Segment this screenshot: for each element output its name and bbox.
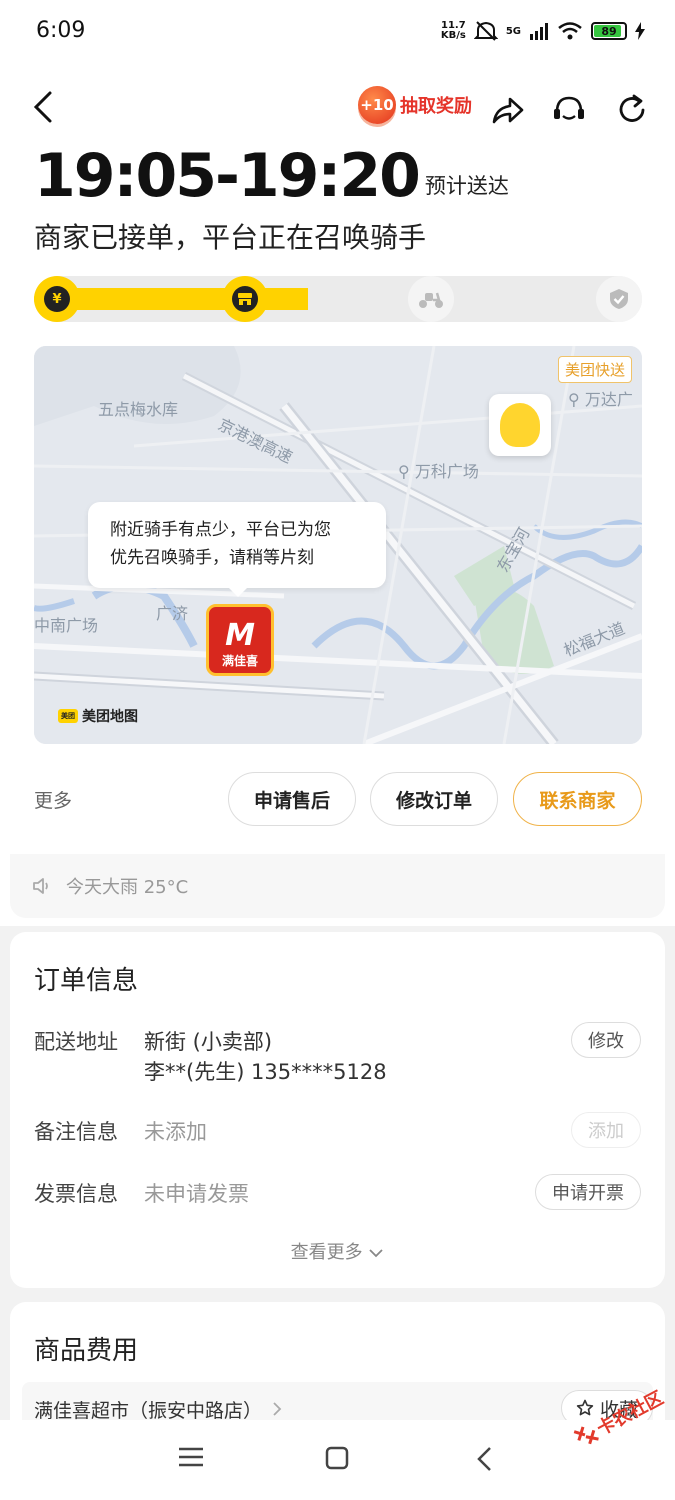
progress-step-paid: ¥ xyxy=(34,276,80,322)
reward-button[interactable]: +10 抽取奖励 xyxy=(358,86,472,124)
goods-fee-title: 商品费用 xyxy=(34,1336,139,1366)
map-provider-name: 美团地图 xyxy=(82,709,138,725)
map-label: 五点梅水库 xyxy=(98,400,179,419)
invoice-value: 未申请发票 xyxy=(144,1182,249,1206)
speaker-icon xyxy=(33,878,48,894)
weather-notice: 今天大雨 25°C xyxy=(10,854,665,918)
chevron-right-icon xyxy=(273,1402,282,1416)
shop-name: 满佳喜超市（振安中路店） xyxy=(34,1396,282,1423)
see-more-button[interactable]: 查看更多 xyxy=(10,1238,665,1264)
map-label: 中南广场 xyxy=(34,616,99,635)
rider-tooltip: 附近骑手有点少，平台已为您 优先召唤骑手，请稍等片刻 xyxy=(88,502,386,597)
after-sale-button[interactable]: 申请售后 xyxy=(228,772,356,826)
weather-text: 今天大雨 25°C xyxy=(66,877,189,898)
service-badge: 美团快送 xyxy=(557,356,632,383)
status-bar: 6:09 11.7 KB/s 5G 89 xyxy=(0,0,675,66)
tooltip-line: 附近骑手有点少，平台已为您 xyxy=(110,520,331,540)
share-icon[interactable] xyxy=(490,92,526,128)
invoice-label: 发票信息 xyxy=(34,1182,118,1206)
modify-address-button[interactable]: 修改 xyxy=(571,1022,641,1058)
map-label-text: 万科广场 xyxy=(414,462,479,481)
network-type: 5G xyxy=(505,25,521,37)
yuan-icon: ¥ xyxy=(44,286,70,312)
reward-label: 抽取奖励 xyxy=(400,96,472,117)
store-marker[interactable]: M 满佳喜 xyxy=(206,604,274,676)
status-time: 6:09 xyxy=(36,18,86,43)
eta-label: 预计送达 xyxy=(424,174,509,198)
order-info-title: 订单信息 xyxy=(34,966,139,996)
order-info-card: 订单信息 配送地址 新街 (小卖部) 李**(先生) 135****5128 修… xyxy=(10,932,665,1288)
progress-step-merchant xyxy=(222,276,268,322)
store-icon xyxy=(232,286,258,312)
map-provider-logo: 美团 美团地图 xyxy=(58,706,138,726)
see-more-label: 查看更多 xyxy=(290,1242,363,1263)
apply-invoice-button[interactable]: 申请开票 xyxy=(535,1174,641,1210)
delivery-map[interactable]: 五点梅水库 京港澳高速 ⚲ 万达广 ⚲ 万科广场 中南广场 广济 东宝河 松福大… xyxy=(34,346,642,744)
tooltip-line: 优先召唤骑手，请稍等片刻 xyxy=(110,548,314,568)
rider-icon xyxy=(419,292,443,308)
top-nav: +10 抽取奖励 xyxy=(0,80,675,140)
net-speed: 11.7 KB/s xyxy=(441,21,466,41)
map-label: ⚲ 万科广场 xyxy=(398,462,479,481)
eta-block: 19:05-19:20 预计送达 xyxy=(34,142,509,210)
progress-step-delivered xyxy=(596,276,642,322)
mute-icon xyxy=(473,21,498,41)
contact-merchant-button[interactable]: 联系商家 xyxy=(513,772,642,826)
order-actions: 更多 申请售后 修改订单 联系商家 xyxy=(34,772,642,828)
add-remark-button[interactable]: 添加 xyxy=(571,1112,641,1148)
more-button[interactable]: 更多 xyxy=(34,786,72,813)
battery-icon: 89 xyxy=(591,22,627,40)
reward-coin-icon: +10 xyxy=(358,86,396,124)
check-shield-icon xyxy=(610,289,628,309)
shop-name-text: 满佳喜超市（振安中路店） xyxy=(34,1400,263,1422)
battery-level: 89 xyxy=(601,24,617,38)
address-label: 配送地址 xyxy=(34,1030,118,1054)
eta-time-range: 19:05-19:20 xyxy=(34,141,421,211)
chevron-down-icon xyxy=(369,1249,383,1258)
charging-icon xyxy=(635,22,645,40)
map-label: ⚲ 万达广 xyxy=(568,390,633,409)
address-line: 新街 (小卖部) xyxy=(144,1030,273,1054)
delivery-progress: ¥ xyxy=(34,276,642,322)
status-icons: 11.7 KB/s 5G 89 xyxy=(441,20,645,42)
refresh-icon[interactable] xyxy=(614,92,650,128)
goods-fee-card: 商品费用 满佳喜超市（振安中路店） 收藏 xyxy=(10,1302,665,1436)
map-label-text: 万达广 xyxy=(584,390,633,409)
map-label: 广济 xyxy=(156,604,189,623)
remark-value: 未添加 xyxy=(144,1120,207,1144)
customer-service-icon[interactable] xyxy=(551,92,587,128)
store-marker-name: 满佳喜 xyxy=(221,654,258,668)
back-icon[interactable] xyxy=(30,90,56,124)
back-nav-icon[interactable] xyxy=(475,1446,493,1472)
wifi-icon xyxy=(558,22,582,40)
home-icon[interactable] xyxy=(325,1446,349,1470)
order-status-text: 商家已接单，平台正在召唤骑手 xyxy=(34,221,427,254)
modify-order-button[interactable]: 修改订单 xyxy=(370,772,498,826)
mascot-icon xyxy=(500,403,540,447)
net-speed-unit: KB/s xyxy=(440,30,466,41)
rider-marker[interactable] xyxy=(489,394,551,456)
star-icon xyxy=(576,1399,594,1416)
meituan-logo-icon: 美团 xyxy=(58,709,78,723)
address-contact: 李**(先生) 135****5128 xyxy=(144,1060,387,1084)
signal-icon xyxy=(530,23,548,40)
store-logo-icon: M xyxy=(225,618,255,653)
remark-label: 备注信息 xyxy=(34,1120,118,1144)
progress-step-rider xyxy=(408,276,454,322)
menu-icon[interactable] xyxy=(178,1446,204,1468)
